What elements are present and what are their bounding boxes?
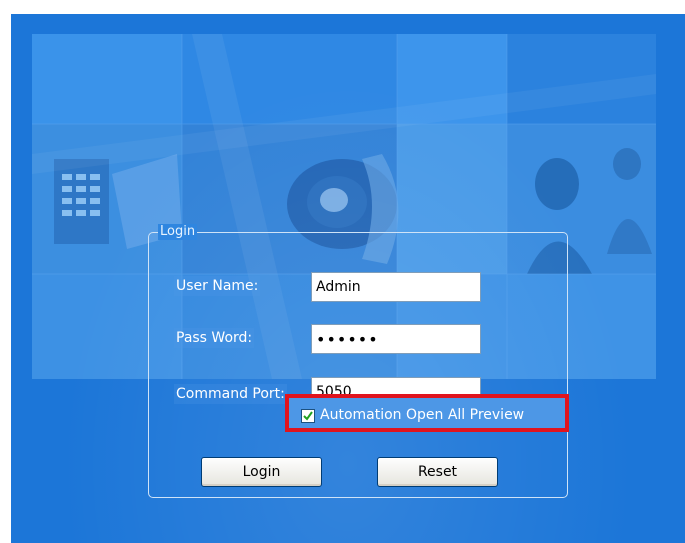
login-group-title: Login xyxy=(158,224,198,240)
auto-preview-checkbox[interactable] xyxy=(301,409,315,423)
reset-button[interactable]: Reset xyxy=(377,457,498,487)
username-input[interactable] xyxy=(311,272,481,302)
checkmark-icon xyxy=(303,411,313,421)
login-button[interactable]: Login xyxy=(201,457,322,487)
password-label: Pass Word: xyxy=(174,328,255,348)
command-port-label: Command Port: xyxy=(174,384,287,404)
password-input[interactable] xyxy=(311,324,481,354)
auto-preview-label[interactable]: Automation Open All Preview xyxy=(320,405,524,425)
username-label: User Name: xyxy=(174,276,261,296)
